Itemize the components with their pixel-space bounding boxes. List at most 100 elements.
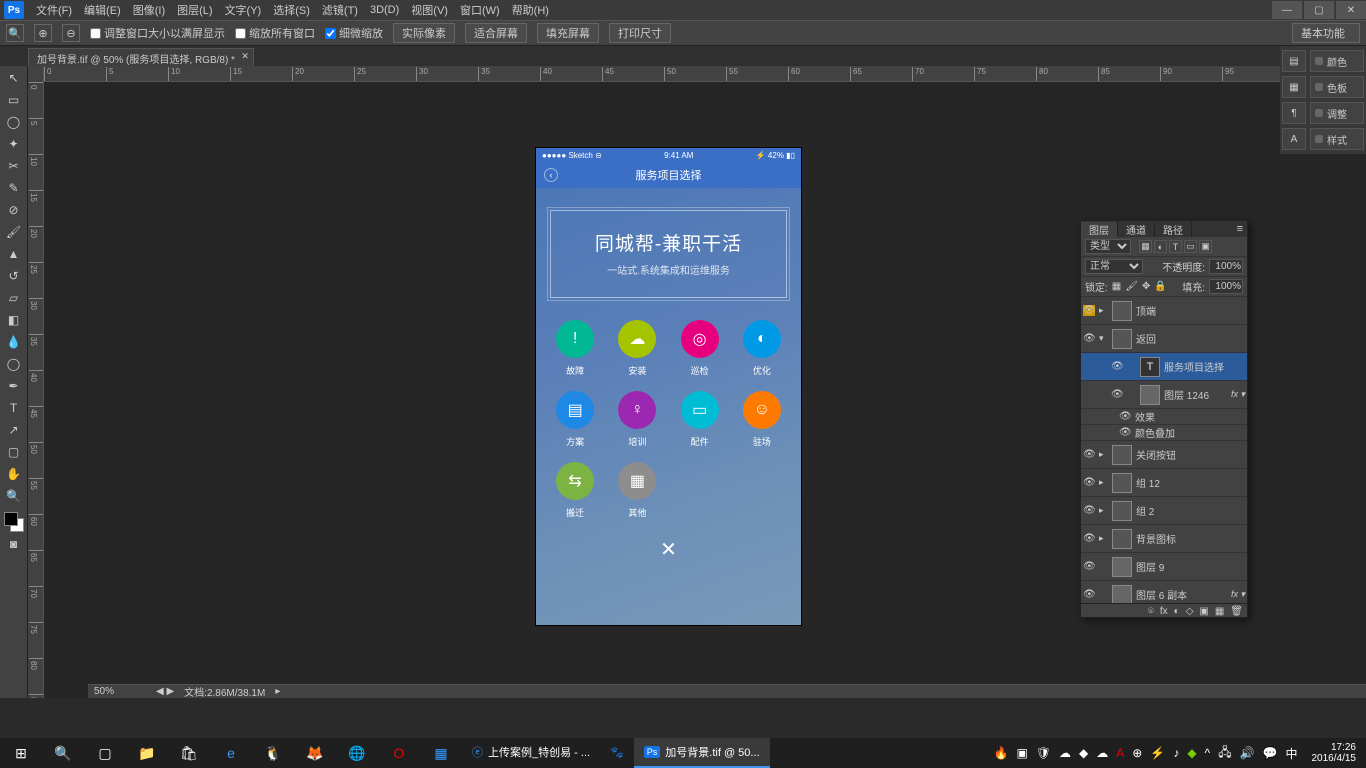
- layer-row[interactable]: 👁图层 9: [1081, 553, 1247, 581]
- delete-layer-icon[interactable]: 🗑: [1230, 606, 1243, 617]
- tray-volume-icon[interactable]: 🔊: [1240, 746, 1255, 760]
- lock-paint-icon[interactable]: 🖌: [1125, 281, 1138, 292]
- visibility-icon[interactable]: 👁: [1111, 361, 1123, 372]
- scrubber-icon[interactable]: ◀ ▶: [156, 686, 174, 697]
- taskbar-app-unknown[interactable]: 🐾: [600, 738, 634, 768]
- blend-mode-select[interactable]: 正常: [1085, 259, 1143, 274]
- tray-network-icon[interactable]: 🖧: [1218, 743, 1231, 764]
- adjustment-layer-icon[interactable]: ◇: [1186, 606, 1194, 617]
- quickmask-icon[interactable]: ◙: [3, 534, 25, 554]
- wand-tool-icon[interactable]: ✦: [3, 134, 25, 154]
- workspace-dropdown[interactable]: 基本功能: [1292, 23, 1360, 43]
- layer-kind-filter[interactable]: 类型: [1085, 239, 1131, 254]
- panel-icon-3[interactable]: ¶: [1282, 102, 1306, 124]
- tray-ime-icon[interactable]: 中: [1285, 745, 1297, 762]
- layer-row[interactable]: 👁效果: [1081, 409, 1247, 425]
- hand-tool-icon[interactable]: ✋: [3, 464, 25, 484]
- taskview-icon[interactable]: ▢: [84, 738, 126, 768]
- window-minimize[interactable]: —: [1272, 1, 1302, 19]
- zoom-all-checkbox[interactable]: 缩放所有窗口: [235, 25, 315, 41]
- expand-icon[interactable]: ▸: [1099, 505, 1108, 516]
- print-size-button[interactable]: 打印尺寸: [609, 23, 671, 43]
- visibility-icon[interactable]: 👁: [1083, 477, 1095, 488]
- app-icon-1[interactable]: 🐧: [252, 738, 294, 768]
- menu-type[interactable]: 文字(Y): [219, 2, 268, 18]
- app-icon-2[interactable]: ▦: [420, 738, 462, 768]
- visibility-icon[interactable]: 👁: [1083, 589, 1095, 600]
- menu-help[interactable]: 帮助(H): [506, 2, 555, 18]
- fx-badge[interactable]: fx ▾: [1231, 389, 1245, 400]
- menu-image[interactable]: 图像(I): [127, 2, 171, 18]
- layer-row[interactable]: 👁▸组 2: [1081, 497, 1247, 525]
- history-brush-icon[interactable]: ↺: [3, 266, 25, 286]
- crop-tool-icon[interactable]: ✂: [3, 156, 25, 176]
- fg-color-swatch[interactable]: [4, 512, 18, 526]
- tray-icon-9[interactable]: ⚡: [1150, 746, 1165, 760]
- fill-input[interactable]: [1209, 279, 1243, 294]
- expand-icon[interactable]: ▸: [1099, 305, 1108, 316]
- dodge-tool-icon[interactable]: ◯: [3, 354, 25, 374]
- path-tool-icon[interactable]: ↗: [3, 420, 25, 440]
- fit-screen-button[interactable]: 适合屏幕: [465, 23, 527, 43]
- menu-3d[interactable]: 3D(D): [364, 4, 405, 16]
- tray-icon-10[interactable]: ♪: [1173, 746, 1179, 760]
- layer-row[interactable]: 👁▸组 12: [1081, 469, 1247, 497]
- layer-row[interactable]: 👁图层 6 副本fx ▾: [1081, 581, 1247, 603]
- panel-icon-2[interactable]: ▦: [1282, 76, 1306, 98]
- expand-icon[interactable]: ▸: [1099, 533, 1108, 544]
- layer-row[interactable]: 👁T服务项目选择: [1081, 353, 1247, 381]
- blur-tool-icon[interactable]: 💧: [3, 332, 25, 352]
- fx-badge[interactable]: fx ▾: [1231, 589, 1245, 600]
- firefox-icon[interactable]: 🦊: [294, 738, 336, 768]
- tray-icon-4[interactable]: ☁: [1059, 746, 1071, 760]
- marquee-tool-icon[interactable]: ▭: [3, 90, 25, 110]
- layer-row[interactable]: 👁▾返回: [1081, 325, 1247, 353]
- window-close[interactable]: ✕: [1336, 1, 1366, 19]
- tray-icon-3[interactable]: 🛡: [1036, 746, 1051, 760]
- visibility-icon[interactable]: 👁: [1083, 561, 1095, 572]
- filter-shape-icon[interactable]: ▭: [1184, 240, 1197, 253]
- eyedropper-tool-icon[interactable]: ✎: [3, 178, 25, 198]
- document-tab[interactable]: 加号背景.tif @ 50% (服务项目选择, RGB/8) * ✕: [28, 48, 254, 66]
- layer-group-icon[interactable]: ▣: [1199, 606, 1208, 617]
- clock[interactable]: 17:26 2016/4/15: [1306, 742, 1363, 764]
- healing-tool-icon[interactable]: ⊘: [3, 200, 25, 220]
- tray-icon-5[interactable]: ◆: [1079, 746, 1088, 760]
- status-arrow-icon[interactable]: ▸: [275, 686, 280, 697]
- opera-icon[interactable]: O: [378, 738, 420, 768]
- menu-filter[interactable]: 滤镜(T): [316, 2, 364, 18]
- zoom-in-icon[interactable]: ⊕: [34, 24, 52, 42]
- layer-row[interactable]: 👁▸背景图标: [1081, 525, 1247, 553]
- tray-up-icon[interactable]: ^: [1205, 746, 1211, 760]
- menu-edit[interactable]: 编辑(E): [78, 2, 127, 18]
- tab-layers[interactable]: 图层: [1081, 222, 1118, 237]
- layer-row[interactable]: 👁图层 1246fx ▾: [1081, 381, 1247, 409]
- tray-icon-2[interactable]: ▣: [1016, 746, 1027, 760]
- lasso-tool-icon[interactable]: ◯: [3, 112, 25, 132]
- color-swatch[interactable]: [4, 512, 24, 532]
- visibility-icon[interactable]: 👁: [1119, 427, 1131, 438]
- zoom-tool-icon[interactable]: 🔍: [6, 24, 24, 42]
- start-button[interactable]: ⊞: [0, 738, 42, 768]
- brush-tool-icon[interactable]: 🖌: [3, 222, 25, 242]
- zoom-level[interactable]: 50%: [94, 686, 146, 697]
- edge-icon[interactable]: e: [210, 738, 252, 768]
- menu-file[interactable]: 文件(F): [30, 2, 78, 18]
- filter-smart-icon[interactable]: ▣: [1199, 240, 1212, 253]
- tab-channels[interactable]: 通道: [1118, 222, 1155, 237]
- explorer-icon[interactable]: 📁: [126, 738, 168, 768]
- expand-icon[interactable]: ▸: [1099, 477, 1108, 488]
- expand-icon[interactable]: ▾: [1099, 333, 1108, 344]
- layer-row[interactable]: 👁▸关闭按钮: [1081, 441, 1247, 469]
- filter-pixel-icon[interactable]: ▦: [1139, 240, 1152, 253]
- type-tool-icon[interactable]: T: [3, 398, 25, 418]
- tray-icon-11[interactable]: ◆: [1187, 746, 1196, 760]
- taskbar-app-ps[interactable]: Ps加号背景.tif @ 50...: [634, 738, 770, 768]
- opacity-input[interactable]: [1209, 259, 1243, 274]
- visibility-icon[interactable]: 👁: [1083, 505, 1095, 516]
- layer-fx-icon[interactable]: fx: [1160, 606, 1168, 617]
- shape-tool-icon[interactable]: ▢: [3, 442, 25, 462]
- move-tool-icon[interactable]: ↖: [3, 68, 25, 88]
- visibility-icon[interactable]: 👁: [1111, 389, 1123, 400]
- visibility-icon[interactable]: 👁: [1083, 533, 1095, 544]
